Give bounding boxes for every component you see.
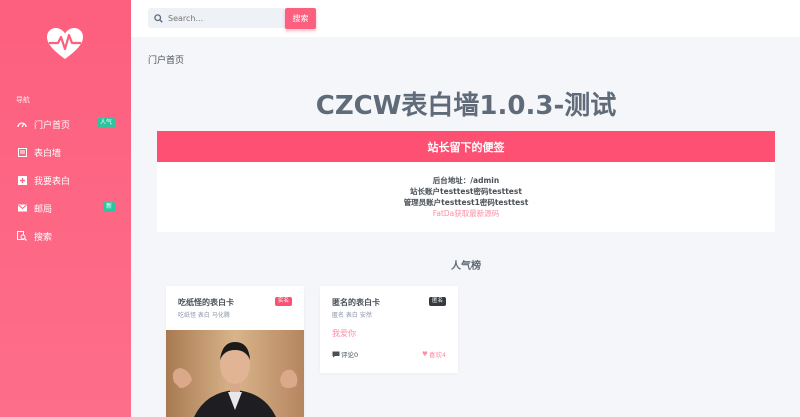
gauge-icon [17, 119, 27, 129]
search-input[interactable] [168, 13, 278, 23]
note-line: 管理员账户testtest1密码testtest [403, 198, 529, 207]
breadcrumb: 门户首页 [148, 56, 185, 66]
sidebar: 导航 门户首页 人气 表白墙 我要表白 邮局 新 搜索 [0, 0, 131, 417]
note-header: 站长留下的便签 [157, 131, 775, 162]
sidebar-item-label: 门户首页 [34, 120, 71, 131]
comment-label: 评论0 [341, 351, 359, 359]
search-button[interactable]: 搜索 [285, 8, 316, 29]
list-icon [17, 147, 27, 157]
note-line: 站长账户testtest密码testtest [410, 187, 522, 196]
nav-section-title: 导航 [16, 96, 30, 104]
sidebar-item-confess[interactable]: 我要表白 [0, 168, 131, 192]
like-label: 喜欢4 [428, 351, 446, 359]
ranking-title: 人气榜 [451, 261, 481, 272]
new-badge: 新 [102, 202, 115, 212]
card-title: 吃纸怪的表白卡 [178, 298, 234, 307]
card-title: 匿名的表白卡 [332, 298, 380, 307]
sidebar-item-label: 搜索 [34, 232, 53, 243]
heart-pulse-logo-icon[interactable] [46, 27, 84, 61]
comment-icon [332, 351, 340, 357]
mail-icon [17, 203, 27, 213]
note-line: 后台地址：/admin [432, 176, 500, 185]
card-photo [166, 330, 304, 417]
plus-square-icon [17, 175, 27, 185]
sidebar-item-label: 我要表白 [34, 176, 71, 187]
realname-badge: 实名 [274, 297, 292, 306]
anonymous-badge: 匿名 [428, 297, 446, 306]
card-tags: 吃纸怪 表白 马化腾 [178, 312, 230, 319]
sidebar-item-label: 表白墙 [34, 148, 62, 159]
card-message: 我爱你 [332, 329, 356, 338]
card-tags: 匿名 表白 安然 [332, 312, 372, 319]
source-link[interactable]: FatDa获取最新源码 [157, 208, 775, 219]
search-icon [154, 13, 163, 23]
heart-icon: ♥ [422, 350, 428, 358]
sidebar-item-label: 邮局 [34, 204, 53, 215]
popular-badge: 人气 [96, 118, 115, 128]
sidebar-item-wall[interactable]: 表白墙 [0, 140, 131, 164]
comment-count[interactable]: 评论0 [332, 349, 358, 359]
sidebar-item-mail[interactable]: 邮局 新 [0, 196, 131, 220]
sidebar-item-search[interactable]: 搜索 [0, 224, 131, 248]
confession-card[interactable]: 匿名的表白卡 匿名 匿名 表白 安然 我爱你 评论0 ♥ 喜欢4 [320, 286, 458, 373]
page-title: CZCW表白墙1.0.3-测试 [315, 91, 617, 121]
sidebar-item-home[interactable]: 门户首页 人气 [0, 112, 131, 136]
search-doc-icon [17, 231, 27, 241]
confession-card[interactable]: 吃纸怪的表白卡 实名 吃纸怪 表白 马化腾 [166, 286, 304, 417]
top-bar: 搜索 [131, 0, 800, 37]
search-box[interactable] [148, 8, 286, 28]
note-body: 后台地址：/admin 站长账户testtest密码testtest 管理员账户… [157, 162, 775, 232]
like-count[interactable]: ♥ 喜欢4 [422, 349, 446, 359]
